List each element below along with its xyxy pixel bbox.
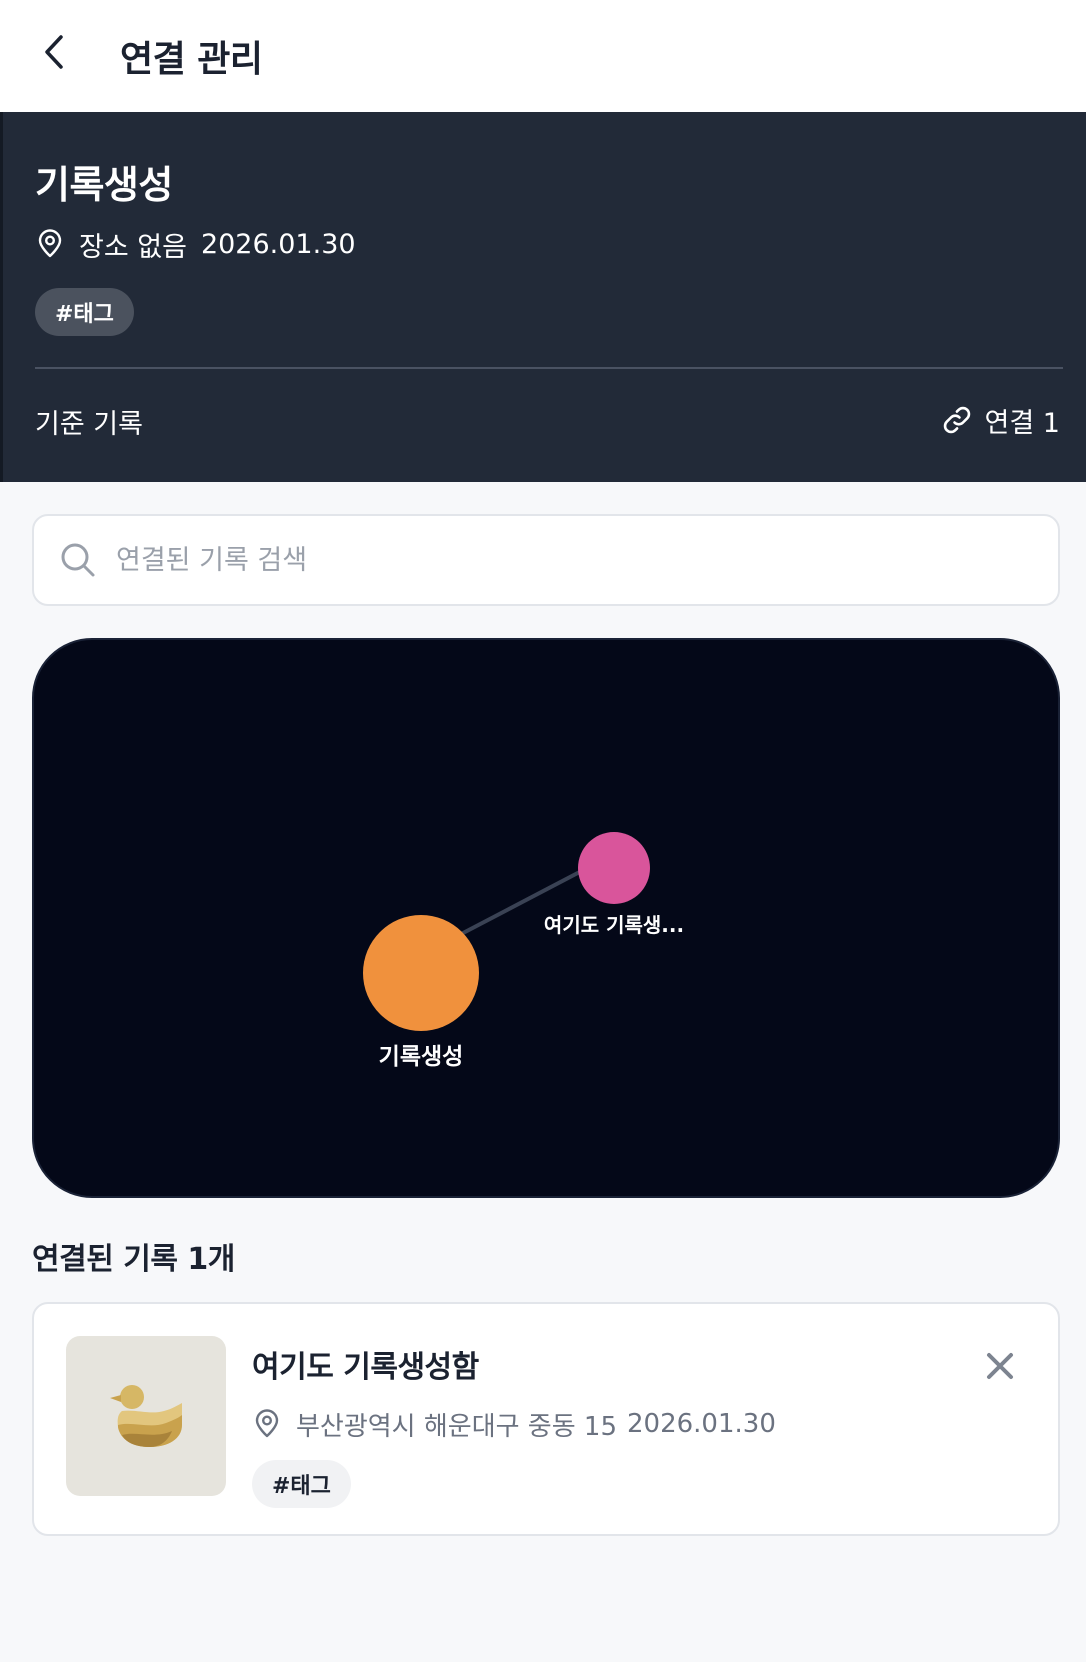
- graph-node-center[interactable]: [363, 915, 479, 1031]
- top-bar: 연결 관리: [0, 0, 1086, 112]
- chevron-left-icon: [45, 35, 63, 69]
- record-date: 2026.01.30: [200, 228, 356, 260]
- record-title: 기록생성: [35, 163, 173, 207]
- close-icon: [987, 1353, 1013, 1379]
- record-location: 장소 없음: [79, 231, 187, 263]
- linked-records-heading: 연결된 기록 1개: [32, 1242, 235, 1277]
- linked-record-card[interactable]: 여기도 기록생성함 부산광역시 해운대구 중동 15 2026.01.30 #태…: [32, 1302, 1060, 1536]
- base-record-label: 기준 기록: [35, 409, 143, 440]
- graph-node-linked-label: 여기도 기록생...: [544, 913, 684, 937]
- graph-node-center-label: 기록생성: [379, 1044, 464, 1070]
- graph-node-linked[interactable]: [578, 832, 650, 904]
- back-button[interactable]: [30, 26, 82, 78]
- connection-graph[interactable]: 기록생성 여기도 기록생...: [32, 638, 1060, 1198]
- map-pin-icon: [38, 229, 62, 258]
- page-title: 연결 관리: [120, 39, 263, 80]
- divider: [35, 367, 1063, 369]
- link-icon: [943, 406, 970, 434]
- remove-link-button[interactable]: [978, 1344, 1022, 1388]
- linked-record-title: 여기도 기록생성함: [252, 1350, 479, 1385]
- link-count-label: 연결 1: [984, 407, 1060, 439]
- record-thumbnail: [66, 1336, 226, 1496]
- base-record-panel: 기록생성 장소 없음 2026.01.30 #태그 기준 기록 연결 1: [0, 112, 1086, 482]
- record-tag[interactable]: #태그: [35, 288, 134, 336]
- map-pin-icon: [255, 1409, 279, 1438]
- search-bar: [32, 514, 1060, 606]
- link-count: 연결 1: [941, 400, 1060, 440]
- linked-record-location: 부산광역시 해운대구 중동 15: [296, 1411, 617, 1442]
- search-input[interactable]: [116, 530, 1016, 590]
- search-icon: [61, 543, 95, 577]
- linked-record-meta: 부산광역시 해운대구 중동 15 2026.01.30: [252, 1404, 776, 1444]
- linked-record-tag[interactable]: #태그: [252, 1460, 351, 1508]
- graph-canvas: 기록생성 여기도 기록생...: [363, 832, 684, 1070]
- record-meta: 장소 없음 2026.01.30: [35, 224, 356, 264]
- duck-icon: [110, 1385, 182, 1447]
- linked-record-date: 2026.01.30: [627, 1409, 776, 1439]
